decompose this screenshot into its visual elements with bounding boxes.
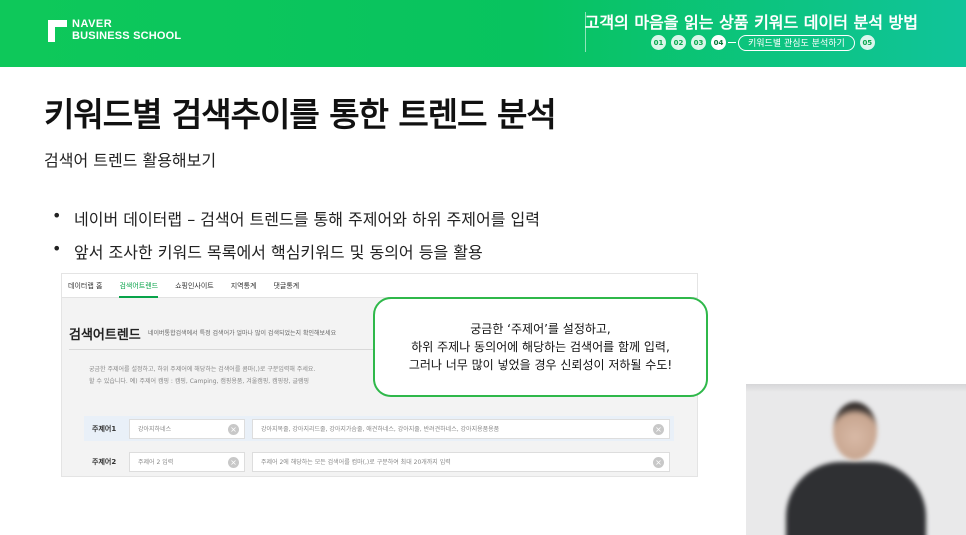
course-title: 고객의 마음을 읽는 상품 키워드 데이터 분석 방법 xyxy=(584,13,918,32)
step-05: 05 xyxy=(859,35,875,50)
bullet-dot: • xyxy=(52,206,62,225)
topic-input-2[interactable]: 주제어 2 입력 × xyxy=(129,451,245,472)
presenter-head xyxy=(833,402,877,460)
nav-datalab-home[interactable]: 데이터랩 홈 xyxy=(68,274,102,298)
nav-regional-stats[interactable]: 지역통계 xyxy=(231,274,257,298)
topic-row-1: 주제어1 강아지하네스 × 강아지목줄, 강아지리드줄, 강아지가슴줄, 애견하… xyxy=(84,416,674,441)
topic-input-value: 강아지하네스 xyxy=(138,426,172,433)
bullet-text: 앞서 조사한 키워드 목록에서 핵심키워드 및 동의어 등을 활용 xyxy=(74,243,483,262)
help-line: 궁금한 주제어를 설정하고, 하위 주제어에 해당하는 검색어를 콤마(,)로 … xyxy=(89,366,316,373)
slide-subtitle: 검색어 트렌드 활용해보기 xyxy=(44,151,217,170)
datalab-title: 검색어트렌드 xyxy=(69,328,141,343)
step-01: 01 xyxy=(651,35,666,50)
nav-comment-stats[interactable]: 댓글통계 xyxy=(273,274,299,298)
nav-shopping-insight[interactable]: 쇼핑인사이트 xyxy=(175,274,214,298)
topic-input-1[interactable]: 강아지하네스 × xyxy=(129,418,245,439)
brand-mark-icon xyxy=(48,20,67,42)
topic-input-placeholder: 주제어 2 입력 xyxy=(138,459,174,466)
brand-line2: BUSINESS SCHOOL xyxy=(72,30,182,42)
datalab-help-text: 궁금한 주제어를 설정하고, 하위 주제어에 해당하는 검색어를 콤마(,)로 … xyxy=(89,364,409,388)
bullet-text: 네이버 데이터랩 – 검색어 트렌드를 통해 주제어와 하위 주제어를 입력 xyxy=(74,210,540,229)
clear-icon[interactable]: × xyxy=(228,423,239,435)
callout-line: 궁금한 ‘주제어’를 설정하고, xyxy=(470,322,611,336)
step-connector xyxy=(728,42,736,43)
bullet-list: • 네이버 데이터랩 – 검색어 트렌드를 통해 주제어와 하위 주제어를 입력… xyxy=(52,206,540,272)
topic-row-2: 주제어2 주제어 2 입력 × 주제어 2에 해당하는 모든 검색어를 컴마(,… xyxy=(84,449,674,474)
keywords-input-1[interactable]: 강아지목줄, 강아지리드줄, 강아지가슴줄, 애견하네스, 강아지줄, 반려견하… xyxy=(252,418,670,439)
naver-business-school-logo: NAVER BUSINESS SCHOOL xyxy=(48,18,218,48)
webcam-shade xyxy=(746,384,966,392)
nav-search-trend[interactable]: 검색어트렌드 xyxy=(119,274,158,298)
callout-line: 그러나 너무 많이 넣었을 경우 신뢰성이 저하될 수도! xyxy=(408,358,673,372)
keywords-input-2[interactable]: 주제어 2에 해당하는 모든 검색어를 컴마(,)로 구분하여 최대 20개까지… xyxy=(252,451,670,472)
topic-label-1: 주제어1 xyxy=(92,424,117,433)
step-indicator: 01 02 03 04 키워드별 관심도 분석하기 05 xyxy=(651,34,880,51)
callout-bubble: 궁금한 ‘주제어’를 설정하고, 하위 주제나 동의어에 해당하는 검색어를 함… xyxy=(373,297,708,397)
clear-icon[interactable]: × xyxy=(228,456,239,468)
topic-label-2: 주제어2 xyxy=(92,457,117,466)
datalab-description: 네이버통합검색에서 특정 검색어가 얼마나 많이 검색되었는지 확인해보세요 xyxy=(148,330,337,337)
keywords-input-value: 강아지목줄, 강아지리드줄, 강아지가슴줄, 애견하네스, 강아지줄, 반려견하… xyxy=(261,426,500,433)
datalab-nav: 데이터랩 홈 검색어트렌드 쇼핑인사이트 지역통계 댓글통계 xyxy=(62,274,697,298)
bullet-item: • 네이버 데이터랩 – 검색어 트렌드를 통해 주제어와 하위 주제어를 입력 xyxy=(52,206,540,239)
step-04-active: 04 xyxy=(711,35,726,50)
slide-title: 키워드별 검색추이를 통한 트렌드 분석 xyxy=(44,95,557,134)
header-banner: NAVER BUSINESS SCHOOL 고객의 마음을 읽는 상품 키워드 … xyxy=(0,0,966,67)
bullet-dot: • xyxy=(52,239,62,258)
help-line: 할 수 있습니다. 예) 주제어 캠핑 : 캠핑, Camping, 캠핑용품,… xyxy=(89,378,310,385)
step-02: 02 xyxy=(671,35,686,50)
brand-line1: NAVER xyxy=(72,18,113,30)
keywords-input-placeholder: 주제어 2에 해당하는 모든 검색어를 컴마(,)로 구분하여 최대 20개까지… xyxy=(261,459,451,466)
presenter-body xyxy=(786,462,926,535)
callout-line: 하위 주제나 동의어에 해당하는 검색어를 함께 입력, xyxy=(411,340,670,354)
clear-icon[interactable]: × xyxy=(653,456,664,468)
active-step-label: 키워드별 관심도 분석하기 xyxy=(738,34,855,51)
clear-icon[interactable]: × xyxy=(653,423,664,435)
bullet-item: • 앞서 조사한 키워드 목록에서 핵심키워드 및 동의어 등을 활용 xyxy=(52,239,540,272)
presenter-webcam xyxy=(746,384,966,535)
step-03: 03 xyxy=(691,35,706,50)
